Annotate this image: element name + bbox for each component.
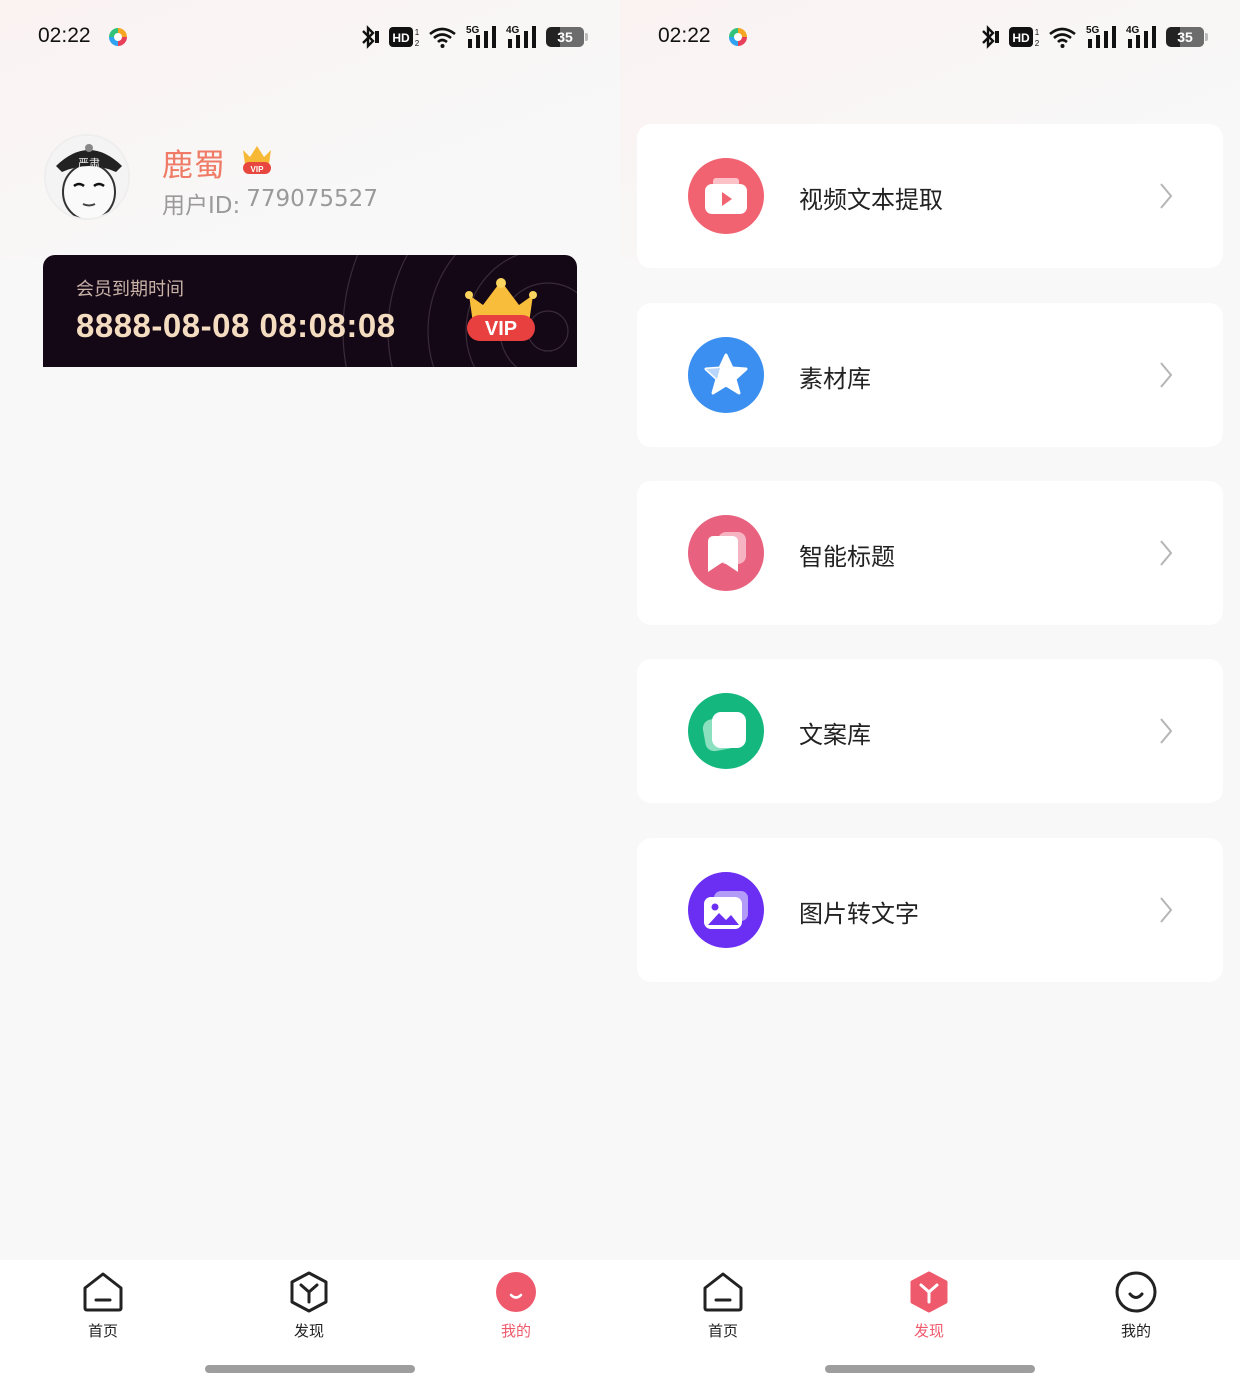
svg-text:2: 2 (415, 39, 420, 48)
bluetooth-icon (982, 25, 999, 49)
svg-text:2: 2 (1035, 39, 1040, 48)
status-time: 02:22 (38, 24, 91, 47)
svg-text:严肃: 严肃 (78, 157, 100, 170)
signal-5g-icon: 5G (466, 25, 496, 48)
profile-icon (496, 1272, 536, 1312)
menu-label: 智能标题 (799, 543, 895, 571)
bookmark-icon (688, 515, 764, 591)
discover-icon (290, 1271, 328, 1313)
vip-expire-label: 会员到期时间 (76, 279, 184, 300)
svg-text:VIP: VIP (251, 165, 265, 174)
menu-label: 图片转文字 (799, 900, 919, 928)
home-icon (703, 1272, 743, 1312)
chevron-right-icon (1160, 897, 1173, 923)
user-id: 用户ID: 779075527 (162, 186, 378, 220)
battery-indicator: 35 (546, 27, 588, 47)
battery-level: 35 (557, 29, 573, 45)
tab-label: 首页 (707, 1322, 738, 1340)
discover-screen: 02:22 HD 1 2 5G 4G 35 视频文本提取 素材库 智能标题 文案… (620, 0, 1240, 1386)
discover-icon (910, 1271, 948, 1313)
chevron-right-icon (1160, 718, 1173, 744)
battery-indicator: 35 (1166, 27, 1208, 47)
video-icon (688, 158, 764, 234)
svg-text:4G: 4G (506, 25, 520, 36)
tab-home[interactable]: 首页 (63, 1270, 143, 1341)
hd-icon: HD 1 2 (389, 27, 420, 48)
chevron-right-icon (1160, 362, 1173, 388)
signal-4g-icon: 4G (506, 25, 536, 48)
tab-profile[interactable]: 我的 (476, 1270, 556, 1341)
tab-label: 我的 (500, 1322, 531, 1340)
svg-text:5G: 5G (466, 25, 480, 36)
image-icon (688, 872, 764, 948)
user-id-label: 用户ID: (162, 193, 241, 219)
status-bar: 02:22 HD 1 2 5G 4G 35 (0, 0, 620, 76)
menu-label: 视频文本提取 (799, 186, 943, 214)
wifi-icon (429, 27, 456, 48)
menu-item-smart-title[interactable]: 智能标题 (637, 481, 1223, 625)
tab-label: 发现 (293, 1322, 324, 1340)
tab-discover[interactable]: 发现 (269, 1270, 349, 1341)
svg-text:VIP: VIP (485, 318, 517, 340)
svg-text:5G: 5G (1086, 25, 1100, 36)
user-name: 鹿蜀 (162, 148, 226, 184)
menu-label: 素材库 (799, 365, 871, 393)
menu-item-material-library[interactable]: 素材库 (637, 303, 1223, 447)
avatar[interactable]: 严肃 (44, 134, 130, 220)
tab-profile[interactable]: 我的 (1096, 1270, 1176, 1341)
status-icons: HD 1 2 5G 4G 35 (358, 24, 588, 50)
vip-card[interactable]: 会员到期时间 8888-08-08 08:08:08 VIP (43, 255, 577, 367)
signal-5g-icon: 5G (1086, 25, 1116, 48)
status-bar: 02:22 HD 1 2 5G 4G 35 (620, 0, 1240, 76)
svg-text:1: 1 (1035, 28, 1040, 37)
chevron-right-icon (1160, 183, 1173, 209)
wifi-icon (1049, 27, 1076, 48)
status-icons: HD 1 2 5G 4G 35 (978, 24, 1208, 50)
menu-item-image-to-text[interactable]: 图片转文字 (637, 838, 1223, 982)
svg-text:4G: 4G (1126, 25, 1140, 36)
home-icon (83, 1272, 123, 1312)
status-time: 02:22 (658, 24, 711, 47)
document-icon (688, 693, 764, 769)
star-icon (688, 337, 764, 413)
svg-text:HD: HD (392, 31, 410, 45)
profile-screen: 02:22 HD 1 2 5G 4G 35 严肃 鹿蜀 VIP 用户ID: 77… (0, 0, 620, 1386)
tab-discover[interactable]: 发现 (889, 1270, 969, 1341)
vip-badge-icon: VIP (465, 278, 537, 341)
battery-level: 35 (1177, 29, 1193, 45)
home-indicator[interactable] (825, 1365, 1035, 1373)
bluetooth-icon (362, 25, 379, 49)
avatar-image: 严肃 (46, 136, 128, 218)
tab-label: 我的 (1120, 1322, 1151, 1340)
app-notification-icon (729, 28, 747, 46)
svg-text:HD: HD (1012, 31, 1030, 45)
user-id-value: 779075527 (246, 186, 378, 212)
app-notification-icon (109, 28, 127, 46)
screens: 02:22 HD 1 2 5G 4G 35 严肃 鹿蜀 VIP 用户ID: 77… (0, 0, 1240, 1386)
tab-label: 发现 (913, 1322, 944, 1340)
vip-crown-icon: VIP (243, 146, 271, 174)
svg-text:1: 1 (415, 28, 420, 37)
menu-label: 文案库 (799, 721, 871, 749)
vip-expire-time: 8888-08-08 08:08:08 (76, 307, 396, 344)
menu-item-video-text-extract[interactable]: 视频文本提取 (637, 124, 1223, 268)
tab-home[interactable]: 首页 (683, 1270, 763, 1341)
signal-4g-icon: 4G (1126, 25, 1156, 48)
hd-icon: HD 1 2 (1009, 27, 1040, 48)
chevron-right-icon (1160, 540, 1173, 566)
menu-item-copywriting-library[interactable]: 文案库 (637, 659, 1223, 803)
profile-icon (1115, 1271, 1157, 1313)
tab-label: 首页 (87, 1322, 118, 1340)
home-indicator[interactable] (205, 1365, 415, 1373)
